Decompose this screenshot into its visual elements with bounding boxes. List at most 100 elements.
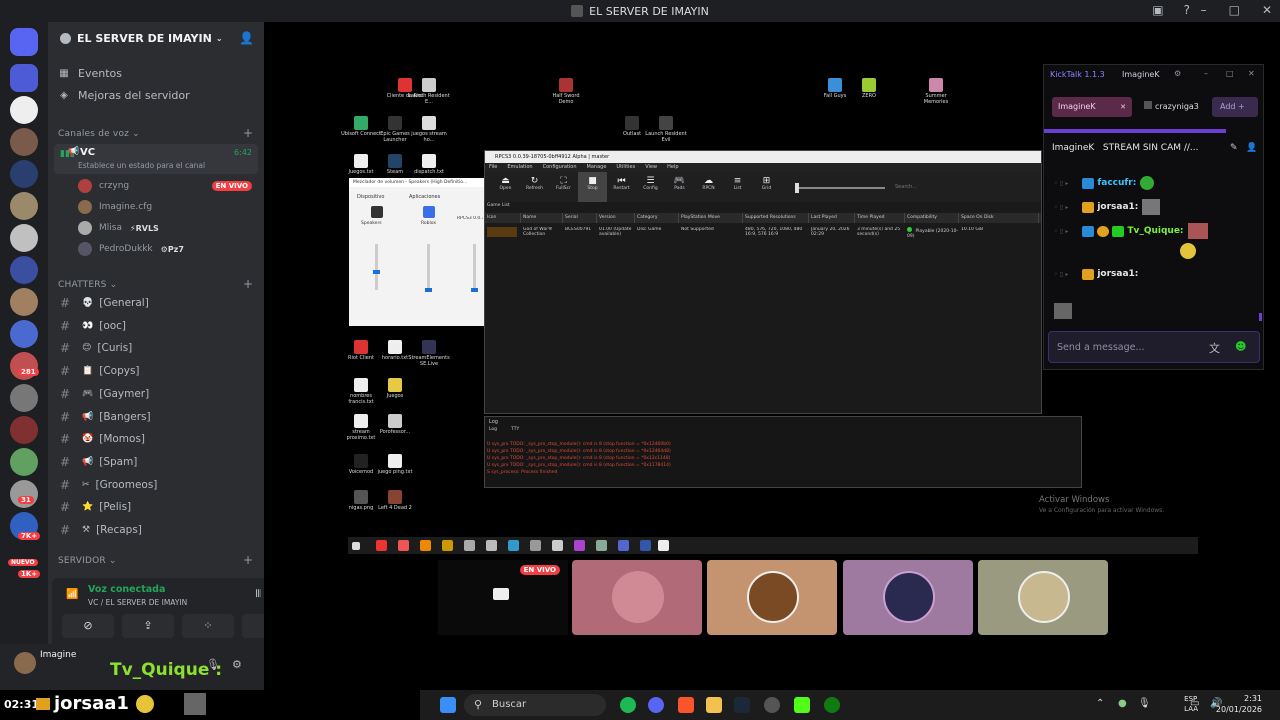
column-header[interactable]: Name — [521, 213, 563, 223]
brave-icon[interactable] — [678, 697, 694, 713]
server-icon[interactable] — [10, 96, 38, 124]
discord-icon[interactable] — [648, 697, 664, 713]
kick-icon[interactable] — [794, 697, 810, 713]
close-icon[interactable]: ✕ — [1120, 97, 1126, 117]
toolbar-button[interactable]: ⛶ FullScr — [549, 172, 578, 202]
chat-message[interactable]: ◦ ▯ ▸ faccufr: — [1054, 175, 1155, 191]
chat-message[interactable]: ◦ ▯ ▸ jorsaa1: — [1054, 266, 1138, 282]
chat-username[interactable]: Tv_Quique: — [1127, 226, 1183, 236]
server-icon[interactable] — [10, 64, 38, 92]
user-icon[interactable]: 👤 — [1246, 143, 1257, 153]
chat-username[interactable]: jorsaa1: — [1097, 269, 1138, 279]
participant-tile[interactable] — [572, 560, 702, 635]
desktop-icon[interactable]: Launch Resident E... — [408, 78, 450, 105]
server-icon[interactable] — [10, 256, 38, 284]
desktop-icon[interactable]: Half Sword Demo — [545, 78, 587, 105]
channel-item[interactable]: # ⚒ [Recaps] — [60, 520, 142, 540]
chat-scrollbar[interactable] — [1259, 313, 1262, 321]
server-icon[interactable] — [10, 192, 38, 220]
discord-home-icon[interactable] — [10, 28, 38, 56]
settings-icon[interactable]: ⚙ — [1174, 69, 1181, 78]
column-header[interactable]: Compatibility — [905, 213, 959, 223]
mic-icon[interactable]: 🎙 — [1138, 698, 1151, 709]
server-category[interactable]: SERVIDOR ⌄ + — [58, 553, 253, 567]
toolbar-button[interactable]: ☰ Config — [636, 172, 665, 202]
column-header[interactable]: Last Played — [809, 213, 855, 223]
close-button[interactable]: ✕ — [1248, 69, 1255, 78]
column-header[interactable]: Time Played — [855, 213, 905, 223]
maximize-button[interactable]: □ — [1226, 69, 1234, 78]
column-header[interactable]: Version — [597, 213, 635, 223]
add-user-icon[interactable]: 👤 — [239, 31, 254, 45]
voice-user[interactable]: crzyng — [78, 177, 129, 195]
chevron-up-icon[interactable]: ⌃ — [1096, 698, 1104, 709]
volume-slider[interactable] — [471, 244, 478, 292]
voice-user[interactable]: Mlisa ⚡RVLS — [78, 219, 159, 237]
column-header[interactable]: Icon — [485, 213, 521, 223]
menu-item[interactable]: Utilities — [616, 163, 635, 172]
chat-message[interactable]: ◦ ▯ ▸ jorsaa1: — [1054, 199, 1161, 215]
participant-tile[interactable] — [843, 560, 973, 635]
avatar[interactable] — [14, 652, 36, 674]
toolbar-button[interactable]: ☁ RPCN — [694, 172, 723, 202]
chat-tab[interactable]: ImagineK ✕ — [1052, 97, 1132, 117]
tray-icon[interactable]: ● — [1118, 698, 1127, 709]
desktop-icon[interactable]: Porofessor... — [374, 414, 416, 436]
mic-icon[interactable]: 🎙 — [206, 658, 220, 671]
channel-item[interactable]: # 🤡 [Momos] — [60, 429, 145, 449]
stream-preview-tile[interactable]: EN VIVO — [438, 560, 568, 635]
settings-icon[interactable]: ⚙ — [232, 658, 242, 671]
server-icon[interactable] — [10, 288, 38, 316]
xbox-icon[interactable] — [824, 697, 840, 713]
inbox-icon[interactable]: ▣ — [1152, 3, 1163, 17]
chat-tab[interactable]: crazyniga3 — [1140, 97, 1212, 117]
toolbar-button[interactable]: ⊞ Grid — [752, 172, 781, 202]
desktop-icon[interactable]: Left 4 Dead 2 — [374, 490, 416, 512]
folder-icon[interactable] — [706, 697, 722, 713]
menu-item[interactable]: Help — [667, 163, 678, 172]
pencil-icon[interactable]: ✎ — [1230, 143, 1238, 153]
channel-item[interactable]: # 🎮 [Gaymer] — [60, 384, 149, 404]
server-icon[interactable] — [10, 448, 38, 476]
toolbar-button[interactable]: ⏮ Restart — [607, 172, 636, 202]
menu-item[interactable]: Configuration — [543, 163, 577, 172]
channel-item[interactable]: # 📢 [Bangers] — [60, 407, 151, 427]
desktop-icon[interactable]: Summer Memories — [915, 78, 957, 105]
nav-boosts[interactable]: ◈ Mejoras del servidor — [58, 85, 190, 105]
channel-item[interactable]: # 📋 [Copys] — [60, 361, 140, 381]
column-header[interactable]: PlayStation Move — [679, 213, 743, 223]
monitor-icon[interactable]: ▭ — [1190, 698, 1199, 709]
screen-share-button[interactable]: ⇪ — [122, 614, 174, 638]
voice-location[interactable]: VC / EL SERVER DE IMAYIN — [88, 598, 187, 607]
channel-item[interactable]: # 👀 [ooc] — [60, 316, 126, 336]
add-channel-icon[interactable]: + — [243, 553, 253, 567]
participant-tile[interactable] — [978, 560, 1108, 635]
chat-input[interactable]: Send a message... 文 ☻ — [1048, 331, 1260, 363]
game-row[interactable]: God of War® Collection BCES00791 01.00 (… — [485, 227, 1041, 241]
rpcs3-search[interactable]: Search... — [895, 184, 917, 190]
channel-item[interactable]: # 😊 [Curis] — [60, 338, 132, 358]
emote-picker-icon[interactable]: ☻ — [1235, 340, 1246, 353]
tab-log[interactable]: Log — [489, 427, 497, 432]
desktop-icon[interactable]: Launch Resident Evil — [645, 116, 687, 143]
desktop-icon[interactable]: StreamElements SE.Live — [408, 340, 450, 367]
obs-icon[interactable] — [764, 697, 780, 713]
server-icon[interactable] — [10, 128, 38, 156]
desktop-icon[interactable]: Juegos — [374, 378, 416, 400]
volume-slider[interactable] — [373, 244, 380, 290]
minimize-button[interactable]: – — [1201, 3, 1207, 17]
toolbar-button[interactable]: ■ Stop — [578, 172, 607, 202]
desktop-icon[interactable]: juego ping.txt — [374, 454, 416, 476]
tab-tty[interactable]: TTY — [511, 427, 519, 432]
noise-suppression-icon[interactable]: 𝄃𝄃 — [256, 589, 260, 600]
zoom-slider[interactable] — [795, 183, 885, 193]
column-header[interactable]: Serial — [563, 213, 597, 223]
toolbar-button[interactable]: 🎮 Pads — [665, 172, 694, 202]
channel-item[interactable]: # 💀 [General] — [60, 293, 149, 313]
nav-events[interactable]: ▦ Eventos — [58, 63, 122, 83]
voice-user[interactable]: Imagine.cfg — [78, 198, 152, 216]
voice-channel-vc[interactable]: ▮▮▮ 📢 VC Establece un estado para el can… — [54, 144, 258, 174]
chat-message[interactable]: ◦ ▯ ▸ Tv_Quique: — [1054, 223, 1208, 239]
menu-item[interactable]: Manage — [587, 163, 607, 172]
windows-start-icon[interactable] — [440, 697, 456, 713]
